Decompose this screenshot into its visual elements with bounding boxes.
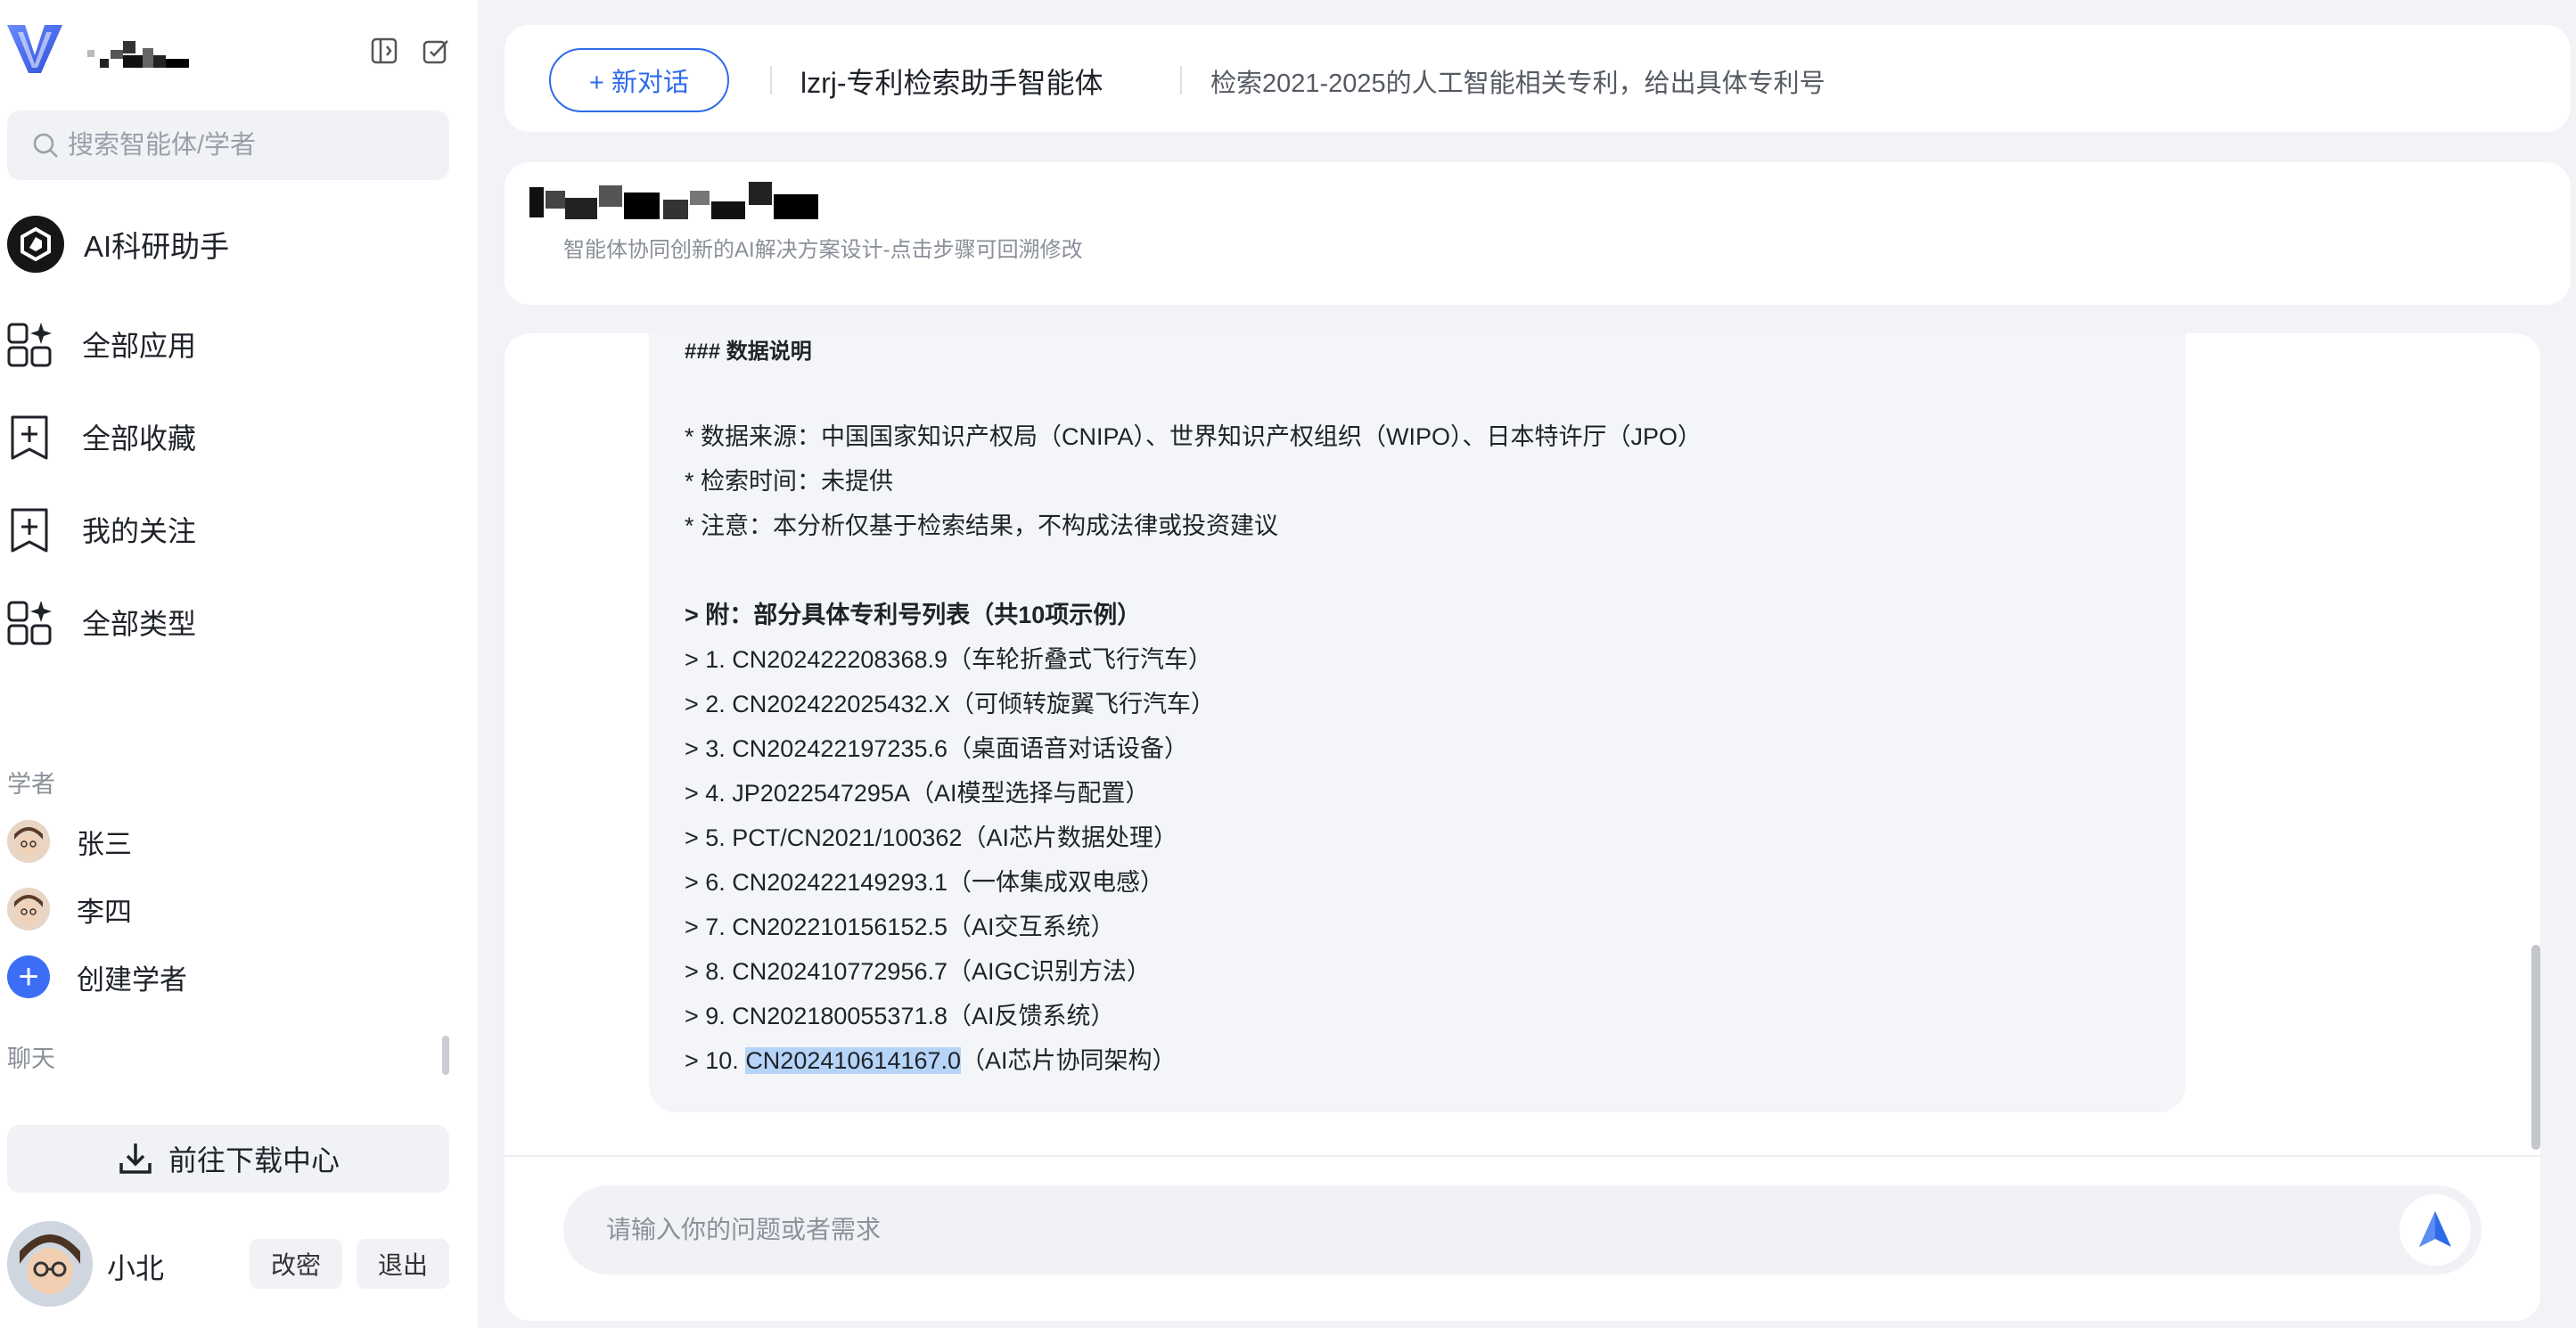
patent-item: > 5. PCT/CN2021/100362（AI芯片数据处理） (685, 824, 1177, 851)
current-query: 检索2021-2025的人工智能相关专利，给出具体专利号 (1210, 70, 1825, 98)
search-icon (33, 133, 58, 158)
workflow-subtitle: 智能体协同创新的AI解决方案设计-点击步骤可回溯修改 (563, 238, 1083, 262)
bookmark-plus-icon (11, 508, 48, 553)
patent-item: > 10. CN202410614167.0（AI芯片协同架构） (685, 1041, 1177, 1076)
scholar-avatar (7, 820, 50, 863)
divider (770, 66, 772, 94)
download-icon (119, 1144, 152, 1174)
scholar-name: 李四 (77, 896, 132, 928)
bookmark-plus-icon (11, 415, 48, 460)
change-password-button[interactable]: 改密 (250, 1239, 342, 1289)
logout-button[interactable]: 退出 (357, 1239, 449, 1289)
sidebar: AI科研助手 全部应用 全部收藏 我的关注 (0, 0, 478, 1328)
message-note: * 检索时间：未提供 (685, 468, 894, 495)
patent-item: > 9. CN202180055371.8（AI反馈系统） (685, 1003, 1115, 1029)
patent-item: > 7. CN202210156152.5（AI交互系统） (685, 914, 1115, 940)
nav-all-favorites-label: 全部收藏 (82, 422, 197, 455)
patent-item-suffix: （AI芯片协同架构） (961, 1047, 1177, 1074)
patent-item: > 1. CN202422208368.9（车轮折叠式飞行汽车） (685, 646, 1212, 673)
search-input[interactable] (68, 130, 424, 160)
brand-name-redacted (87, 41, 189, 68)
ai-assistant-item[interactable]: AI科研助手 (7, 212, 229, 276)
message-input[interactable] (606, 1207, 2300, 1253)
top-bar: + 新对话 lzrj-专利检索助手智能体 检索2021-2025的人工智能相关专… (505, 25, 2571, 132)
nav-all-apps-label: 全部应用 (82, 330, 197, 362)
apps-grid-icon (7, 323, 52, 367)
message-note: * 数据来源：中国国家知识产权局（CNIPA）、世界知识产权组织（WIPO）、日… (685, 423, 1702, 450)
scholar-item[interactable]: 张三 (7, 816, 132, 866)
send-button[interactable] (2400, 1194, 2471, 1266)
create-scholar-label: 创建学者 (77, 963, 187, 996)
message-note: * 注意：本分析仅基于检索结果，不构成法律或投资建议 (685, 512, 1279, 539)
nav-my-follows-label: 我的关注 (82, 515, 197, 547)
nav-all-types[interactable]: 全部类型 (5, 595, 196, 649)
search-box[interactable] (7, 111, 449, 180)
hexagon-logo-icon (21, 226, 51, 262)
scholar-item[interactable]: 李四 (7, 884, 132, 934)
patent-item: > 6. CN202422149293.1（一体集成双电感） (685, 869, 1164, 896)
patent-item: > 8. CN202410772956.7（AIGC识别方法） (685, 958, 1152, 985)
ai-assistant-avatar (7, 216, 64, 273)
download-center-label: 前往下载中心 (168, 1144, 340, 1176)
user-avatar[interactable] (7, 1221, 93, 1307)
patent-item: > 2. CN202422025432.X（可倾转旋翼飞行汽车） (685, 691, 1215, 717)
workflow-title-redacted (529, 182, 818, 219)
app-logo-icon[interactable] (5, 20, 64, 78)
patent-item-prefix: > 10. (685, 1047, 746, 1074)
ai-assistant-label: AI科研助手 (84, 230, 230, 263)
workflow-info-panel[interactable]: 智能体协同创新的AI解决方案设计-点击步骤可回溯修改 (505, 162, 2571, 305)
divider (1180, 66, 1182, 94)
patent-item: > 3. CN202422197235.6（桌面语音对话设备） (685, 735, 1188, 762)
scholar-name: 张三 (77, 828, 132, 860)
send-arrow-icon (2419, 1211, 2451, 1247)
sidebar-scrollbar[interactable] (442, 1036, 449, 1075)
create-scholar-button[interactable]: + 创建学者 (7, 952, 187, 1002)
nav-all-favorites[interactable]: 全部收藏 (5, 410, 196, 463)
patent-list-title: > 附：部分具体专利号列表（共10项示例） (685, 602, 1142, 628)
chat-section-title: 聊天 (7, 1045, 55, 1072)
plus-circle-icon: + (7, 955, 50, 998)
nav-my-follows[interactable]: 我的关注 (5, 503, 196, 556)
selected-patent-number[interactable]: CN202410614167.0 (745, 1047, 962, 1074)
divider (505, 1155, 2540, 1157)
sidebar-collapse-icon[interactable] (369, 36, 399, 66)
agent-title: lzrj-专利检索助手智能体 (800, 67, 1103, 99)
composer[interactable] (563, 1185, 2482, 1275)
new-chat-button[interactable]: + 新对话 (549, 48, 729, 112)
scholars-section-title: 学者 (7, 771, 55, 798)
scholar-avatar (7, 888, 50, 930)
download-center-button[interactable]: 前往下载中心 (7, 1125, 449, 1193)
chat-panel: ### 数据说明 * 数据来源：中国国家知识产权局（CNIPA）、世界知识产权组… (505, 333, 2540, 1321)
apps-grid-icon (7, 601, 52, 645)
user-name: 小北 (107, 1252, 165, 1284)
chat-scrollbar[interactable] (2531, 945, 2540, 1150)
nav-all-types-label: 全部类型 (82, 608, 197, 640)
new-chat-icon[interactable] (421, 36, 451, 66)
message-heading: ### 数据说明 (685, 340, 812, 364)
patent-item: > 4. JP2022547295A（AI模型选择与配置） (685, 780, 1150, 807)
nav-all-apps[interactable]: 全部应用 (5, 317, 196, 371)
